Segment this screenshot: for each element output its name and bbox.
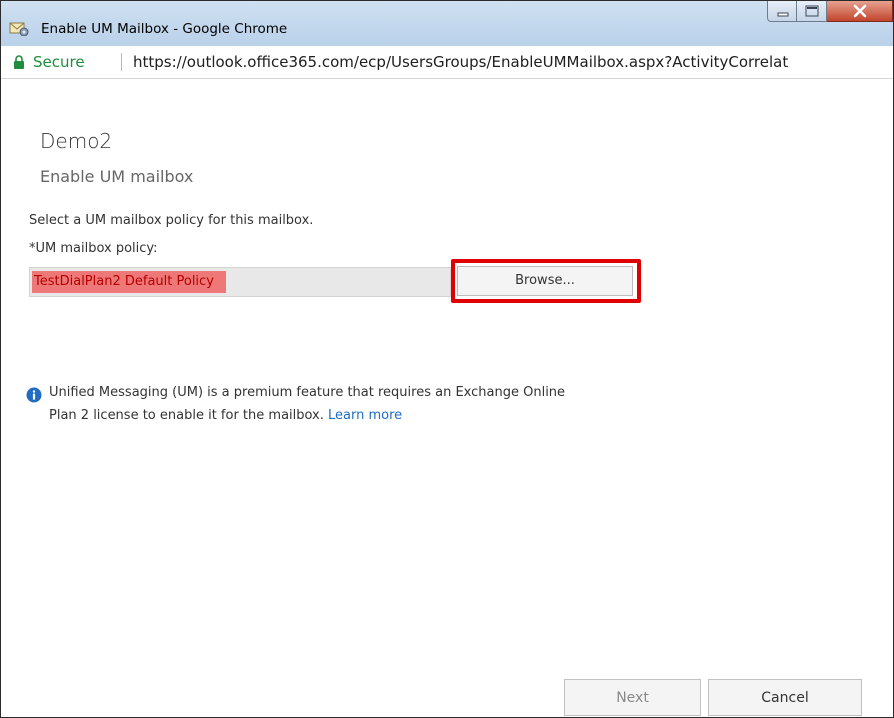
- window-title: Enable UM Mailbox - Google Chrome: [41, 21, 288, 37]
- policy-label: *UM mailbox policy:: [29, 241, 158, 256]
- info-text-line1: Unified Messaging (UM) is a premium feat…: [49, 385, 566, 400]
- address-bar[interactable]: Secure https://outlook.office365.com/ecp…: [1, 46, 893, 79]
- policy-value: TestDialPlan2 Default Policy: [32, 271, 226, 293]
- minimize-icon: [777, 12, 789, 17]
- page-subtitle: Enable UM mailbox: [40, 167, 194, 186]
- browse-button[interactable]: Browse...: [457, 266, 633, 296]
- maximize-button[interactable]: [797, 1, 827, 22]
- secure-label: Secure: [33, 53, 85, 71]
- info-text-line2: Plan 2 license to enable it for the mail…: [49, 408, 402, 423]
- close-icon: [853, 4, 867, 18]
- url-text[interactable]: https://outlook.office365.com/ecp/UsersG…: [133, 53, 788, 71]
- learn-more-link[interactable]: Learn more: [328, 408, 402, 423]
- mailbox-gear-icon: [9, 20, 29, 37]
- minimize-button[interactable]: [767, 1, 797, 22]
- info-icon: [26, 387, 42, 403]
- close-button[interactable]: [827, 1, 893, 22]
- info-text-line2-body: Plan 2 license to enable it for the mail…: [49, 408, 324, 423]
- instruction-text: Select a UM mailbox policy for this mail…: [29, 213, 314, 228]
- maximize-icon: [805, 5, 819, 17]
- next-button[interactable]: Next: [564, 679, 701, 716]
- browser-window: Enable UM Mailbox - Google Chrome Secure…: [0, 0, 894, 718]
- dialog-content: Demo2 Enable UM mailbox Select a UM mail…: [1, 79, 893, 717]
- lock-icon: [13, 54, 25, 69]
- url-divider: [121, 53, 122, 71]
- page-title: Demo2: [40, 129, 113, 153]
- policy-field[interactable]: TestDialPlan2 Default Policy: [29, 267, 451, 297]
- cancel-button[interactable]: Cancel: [708, 679, 862, 716]
- title-bar: Enable UM Mailbox - Google Chrome: [1, 1, 893, 46]
